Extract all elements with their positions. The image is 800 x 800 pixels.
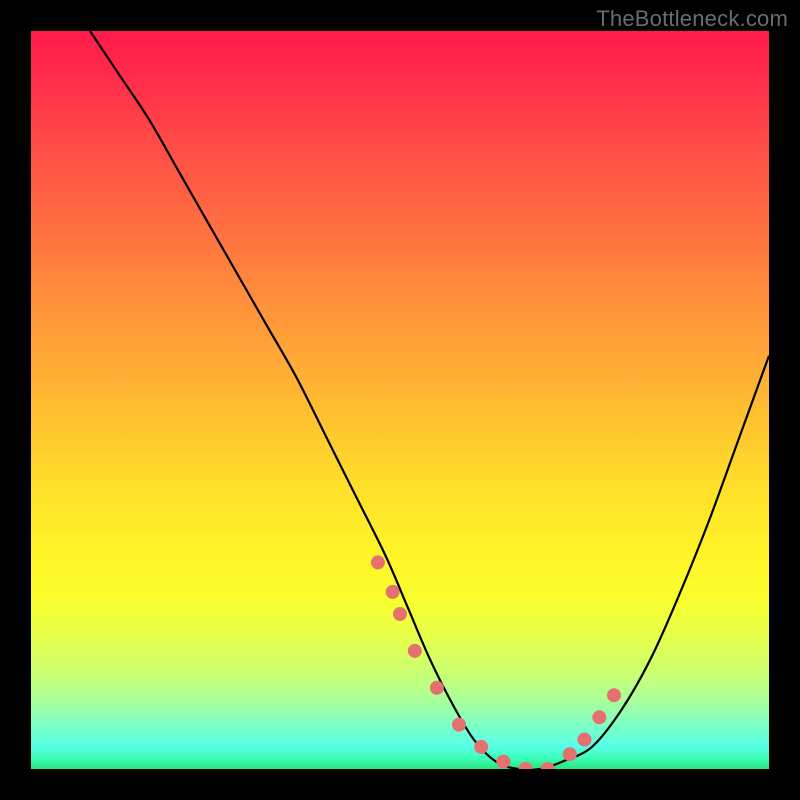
marker-dot (371, 555, 385, 569)
plot-area (31, 31, 769, 769)
watermark-text: TheBottleneck.com (596, 6, 788, 32)
marker-dot (592, 710, 606, 724)
marker-dot (386, 585, 400, 599)
marker-dot (563, 747, 577, 761)
marker-dot (519, 762, 533, 769)
marker-dot (430, 681, 444, 695)
marker-dot (474, 740, 488, 754)
main-curve (90, 31, 769, 769)
bottleneck-curve (90, 31, 769, 769)
marker-dot (393, 607, 407, 621)
chart-frame: TheBottleneck.com (0, 0, 800, 800)
curve-markers (371, 555, 621, 769)
marker-dot (607, 688, 621, 702)
marker-dot (452, 718, 466, 732)
curve-layer (31, 31, 769, 769)
marker-dot (408, 644, 422, 658)
marker-dot (578, 733, 592, 747)
marker-dot (496, 755, 510, 769)
marker-dot (541, 762, 555, 769)
